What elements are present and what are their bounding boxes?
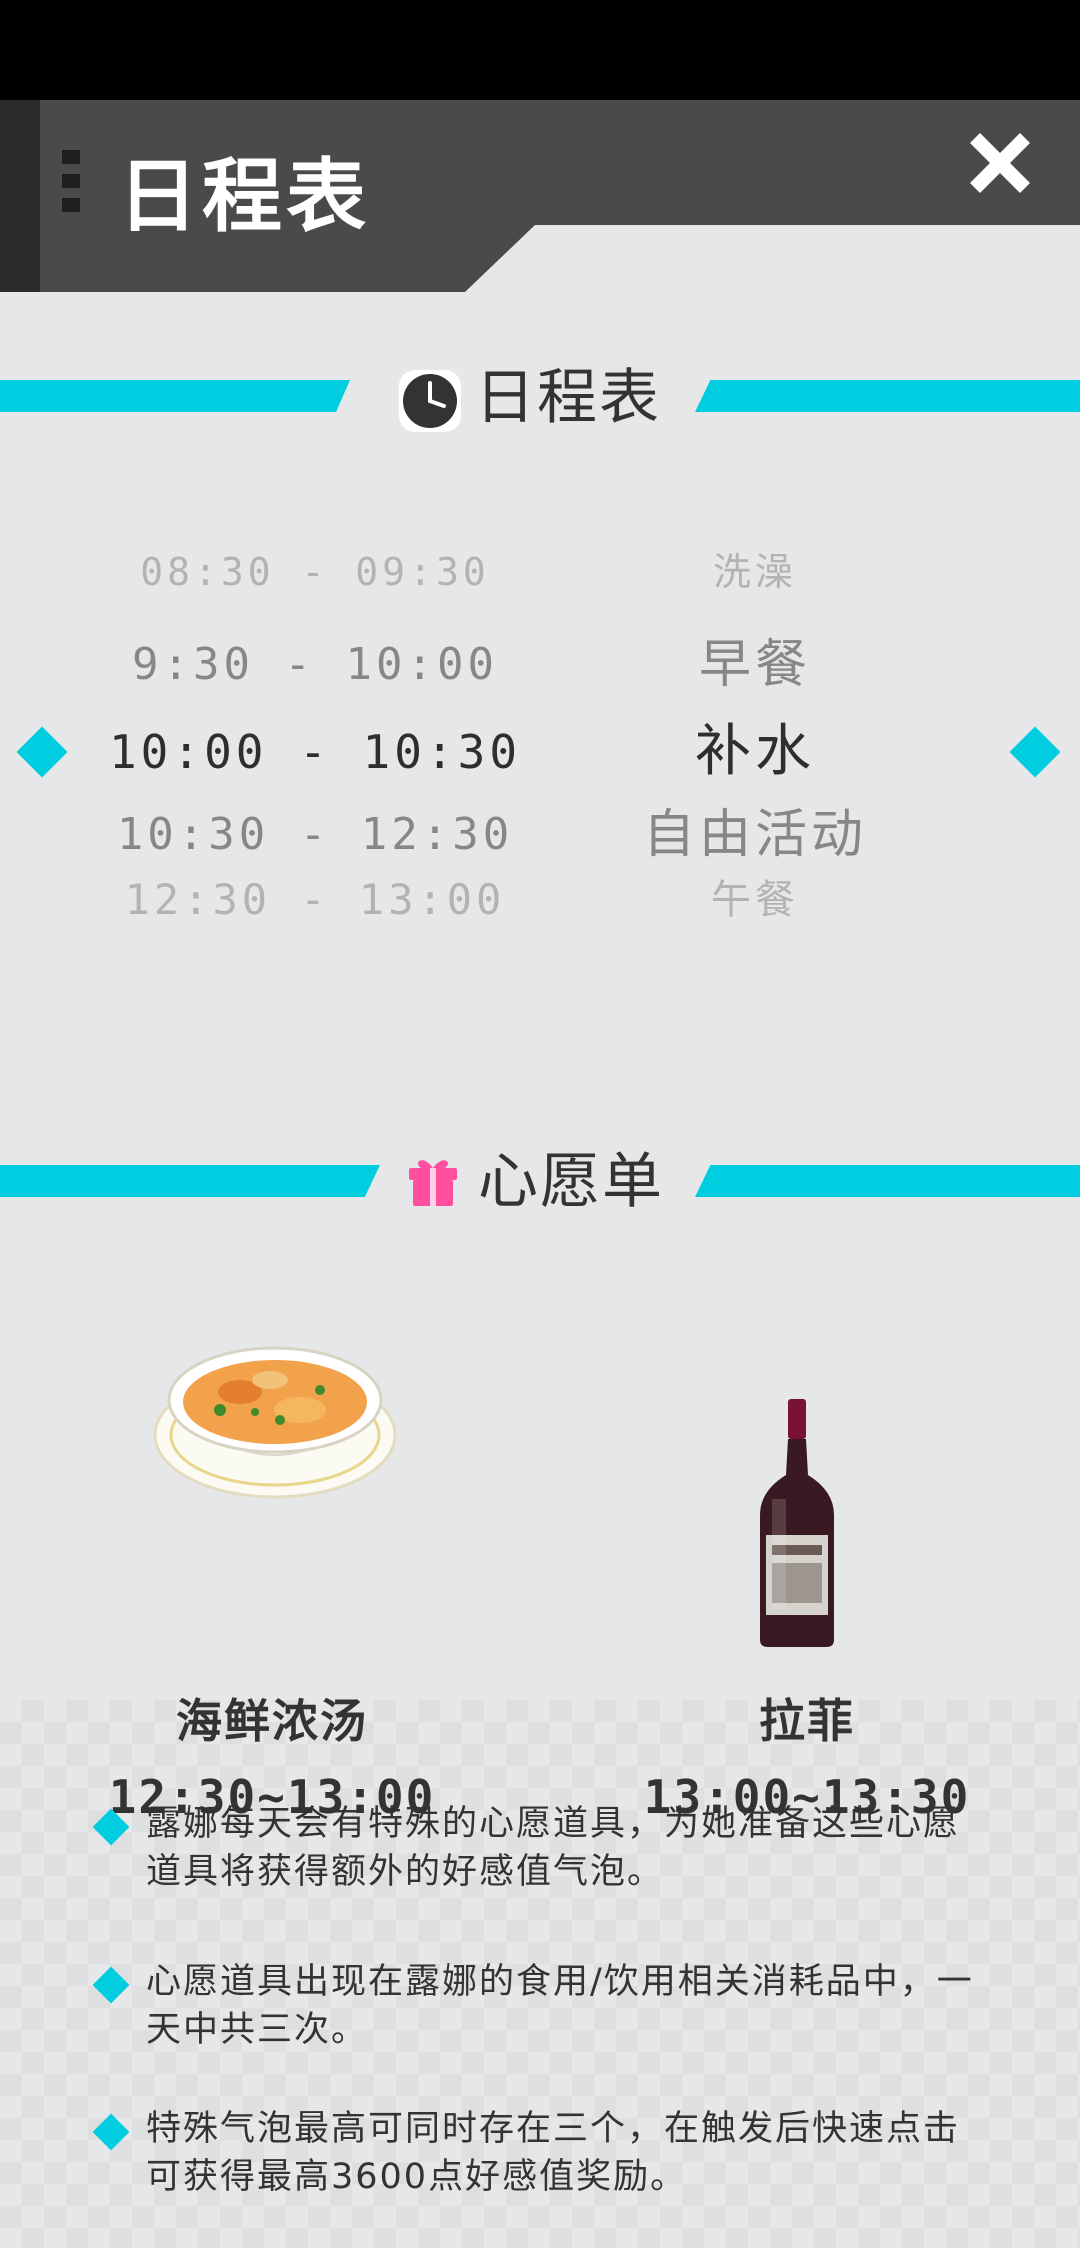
seafood-soup-bowl-icon	[150, 1320, 400, 1510]
wishlist-item-name: 海鲜浓汤	[176, 1694, 368, 1748]
info-note-text: 心愿道具出现在露娜的食用/饮用相关消耗品中，一天中共三次。	[146, 1962, 974, 2050]
schedule-section-title: 日程表	[475, 363, 661, 433]
drag-handle-icon	[62, 150, 80, 222]
schedule-time: 9:30 - 10:00	[132, 639, 498, 690]
schedule-activity: 洗澡	[712, 550, 797, 594]
schedule-time: 12:30 - 13:00	[124, 875, 506, 924]
section-divider-right	[695, 1165, 1080, 1197]
schedule-row: 12:30 - 13:00 午餐	[0, 870, 1080, 930]
schedule-time: 08:30 - 09:30	[140, 550, 490, 594]
schedule-activity: 午餐	[711, 877, 799, 923]
schedule-row: 08:30 - 09:30 洗澡	[0, 542, 1080, 602]
schedule-time: 10:00 - 10:30	[108, 725, 522, 779]
schedule-activity: 自由活动	[642, 805, 867, 865]
current-indicator-right-icon	[1009, 726, 1061, 778]
wine-bottle-icon	[752, 1395, 842, 1650]
current-indicator-left-icon	[16, 726, 68, 778]
wishlist-item-name: 拉菲	[759, 1694, 855, 1748]
wishlist-section-title: 心愿单	[478, 1147, 664, 1217]
section-divider-left	[0, 1165, 380, 1197]
section-divider-left	[0, 380, 350, 412]
close-button[interactable]	[955, 118, 1045, 208]
info-note-text: 露娜每天会有特殊的心愿道具，为她准备这些心愿道具将获得额外的好感值气泡。	[146, 1804, 961, 1892]
gift-icon	[405, 1152, 461, 1208]
clock-icon	[397, 368, 463, 434]
header-strip	[0, 100, 40, 292]
schedule-row-current: 10:00 - 10:30 补水	[0, 712, 1080, 792]
close-icon	[970, 133, 1030, 193]
schedule-row: 9:30 - 10:00 早餐	[0, 630, 1080, 700]
page-title: 日程表	[118, 150, 370, 243]
info-note-text: 特殊气泡最高可同时存在三个，在触发后快速点击可获得最高3600点好感值奖励。	[146, 2109, 961, 2197]
schedule-time: 10:30 - 12:30	[116, 809, 514, 860]
schedule-activity: 补水	[695, 719, 815, 784]
schedule-activity: 早餐	[698, 635, 811, 695]
section-divider-right	[695, 380, 1080, 412]
schedule-row: 10:30 - 12:30 自由活动	[0, 800, 1080, 870]
schedule-panel: 日程表 日程表 08:30 - 09:30 洗澡 9:30 - 10:00 早餐…	[0, 100, 1080, 2248]
